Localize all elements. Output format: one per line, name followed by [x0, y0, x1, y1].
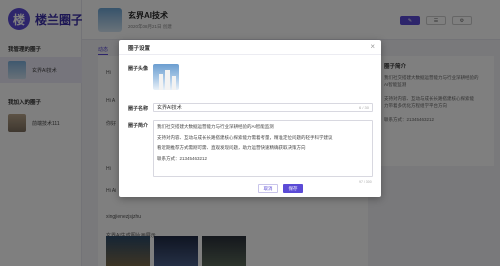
building-shape [159, 74, 163, 90]
circle-name-value: 玄界AI技术 [157, 105, 182, 111]
dialog-title: 圈子设置 [128, 46, 151, 52]
close-icon[interactable]: × [370, 43, 375, 51]
circle-name-input[interactable]: 玄界AI技术 6 / 30 [153, 103, 373, 112]
name-char-count: 6 / 30 [358, 105, 369, 110]
intro-text-line: 我们社交搭建大数据运营能力与行业深耕经验的AI智能监测 [157, 124, 274, 129]
building-shape [172, 76, 176, 90]
circle-settings-dialog: 圈子设置 × 圈子头像 圈子名称 玄界AI技术 6 / 30 圈子简介 我们社交… [119, 40, 381, 197]
cancel-button[interactable]: 取消 [258, 184, 278, 193]
intro-text-line: 看近期推荐方式需刚可需、直观发现问题，助力运营快速精确获取决策方向 [157, 145, 306, 150]
circle-intro-textarea[interactable]: 我们社交搭建大数据运营能力与行业深耕经验的AI智能监测 支持对内容、互动与成长长… [153, 120, 373, 177]
intro-char-count: 97 / 300 [359, 180, 372, 184]
avatar-label: 圈子头像 [128, 66, 149, 72]
intro-text-line: 支持对内容、互动与成长长路搭建核心探索能力需着考量，精准定位问题的轻手科学建议 [157, 134, 333, 140]
name-label: 圈子名称 [128, 106, 149, 112]
dialog-header: 圈子设置 × [119, 40, 381, 55]
intro-label: 圈子简介 [128, 123, 149, 129]
building-shape [165, 70, 170, 90]
circle-avatar-upload[interactable] [153, 64, 179, 90]
save-button[interactable]: 保存 [283, 184, 303, 193]
intro-text-line: 联系方式：21345463212 [157, 155, 208, 161]
